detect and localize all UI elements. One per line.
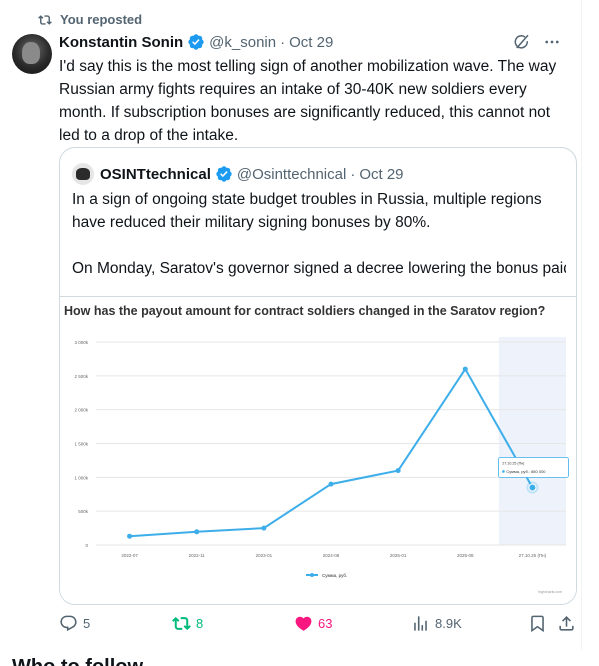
reply-icon [60,615,77,632]
x-tick-label: 2024-08 [323,553,340,558]
repost-indicator: You reposted [38,12,142,27]
quote-author-handle: @Osinttechnical [236,165,347,183]
who-to-follow-title: Who to follow [12,656,143,666]
data-point [261,525,267,531]
share-icon [559,616,574,631]
quote-paragraph-2: On Monday, Saratov's governor signed a d… [72,260,566,277]
x-tick-label: 27.10.25 (Пн) [519,553,547,558]
grok-icon[interactable] [513,33,531,51]
quote-paragraph-1: In a sign of ongoing state budget troubl… [72,191,542,231]
tweet-date[interactable]: Oct 29 [289,34,333,51]
repost-count: 8 [196,616,204,631]
views-button[interactable]: 8.9K [411,614,462,633]
x-tick-label: 2023-01 [256,553,273,558]
repost-icon [38,14,52,25]
tooltip-box [498,457,569,478]
bookmark-button[interactable] [528,614,547,633]
repost-icon [172,617,191,630]
quote-date: Oct 29 [359,165,404,183]
heart-icon [295,616,312,631]
data-point [395,468,401,474]
views-icon [414,616,427,631]
separator: · [350,165,356,183]
share-button[interactable] [557,614,576,633]
x-tick-label: 2025-01 [390,553,407,558]
repost-label: You reposted [60,12,143,27]
separator: · [280,33,286,51]
tweet-text: I'd say this is the most telling sign of… [59,58,557,144]
verified-badge-icon [216,166,232,182]
y-tick-label: 1 000k [74,475,88,480]
data-point [127,533,133,539]
y-tick-label: 3 000k [74,340,88,345]
author-handle[interactable]: @k_sonin [209,34,276,51]
data-point [462,366,468,372]
tooltip-date: 27.10.25 (Пн) [502,461,524,465]
line-chart: 0 500k 1 000k 1 500k 2 000k 2 500k 3 000k 2022-… [74,337,569,594]
y-tick-label: 2 500k [74,374,88,379]
quote-text: In a sign of ongoing state budget troubl… [72,188,566,303]
y-tick-label: 500k [78,509,89,514]
quoted-tweet[interactable]: OSINTtechnical @Osinttechnical · Oct 29 … [59,147,577,605]
data-point [528,483,537,492]
reply-button[interactable]: 5 [59,614,90,633]
x-tick-label: 2025-08 [457,553,474,558]
avatar[interactable] [12,34,52,74]
like-button[interactable]: 63 [294,614,332,633]
legend-label: Сумма, руб. [322,573,347,578]
tooltip-text: Сумма, руб.: 850 000 [506,469,546,474]
tweet-header: Konstantin Sonin @k_sonin · Oct 29 [59,33,561,51]
y-tick-label: 0 [85,543,88,548]
legend-marker [310,573,314,577]
y-tick-label: 2 000k [74,408,88,413]
repost-button[interactable]: 8 [172,614,203,633]
author-name[interactable]: Konstantin Sonin [59,34,183,51]
x-tick-label: 2022-11 [189,553,206,558]
tooltip-marker [502,470,505,473]
chart-credit: highcharts.com [538,590,562,594]
bookmark-icon [531,615,544,633]
highlight-band [498,337,566,545]
data-point [328,481,334,487]
chart-image[interactable]: How has the payout amount for contract s… [60,296,576,604]
y-tick-label: 1 500k [74,442,88,447]
x-tick-label: 2022-07 [121,553,138,558]
quote-header: OSINTtechnical @Osinttechnical · Oct 29 [72,163,404,185]
like-count: 63 [318,616,333,631]
quote-author-name: OSINTtechnical [100,165,211,183]
views-count: 8.9K [435,616,462,631]
reply-count: 5 [83,616,91,631]
verified-badge-icon [188,34,204,50]
quote-avatar [72,163,94,185]
data-point [194,529,200,535]
tweet-card[interactable]: You reposted Konstantin Sonin @k_sonin ·… [0,0,582,650]
more-icon[interactable] [543,33,561,51]
action-bar: 5 8 63 8.9K [59,614,577,638]
